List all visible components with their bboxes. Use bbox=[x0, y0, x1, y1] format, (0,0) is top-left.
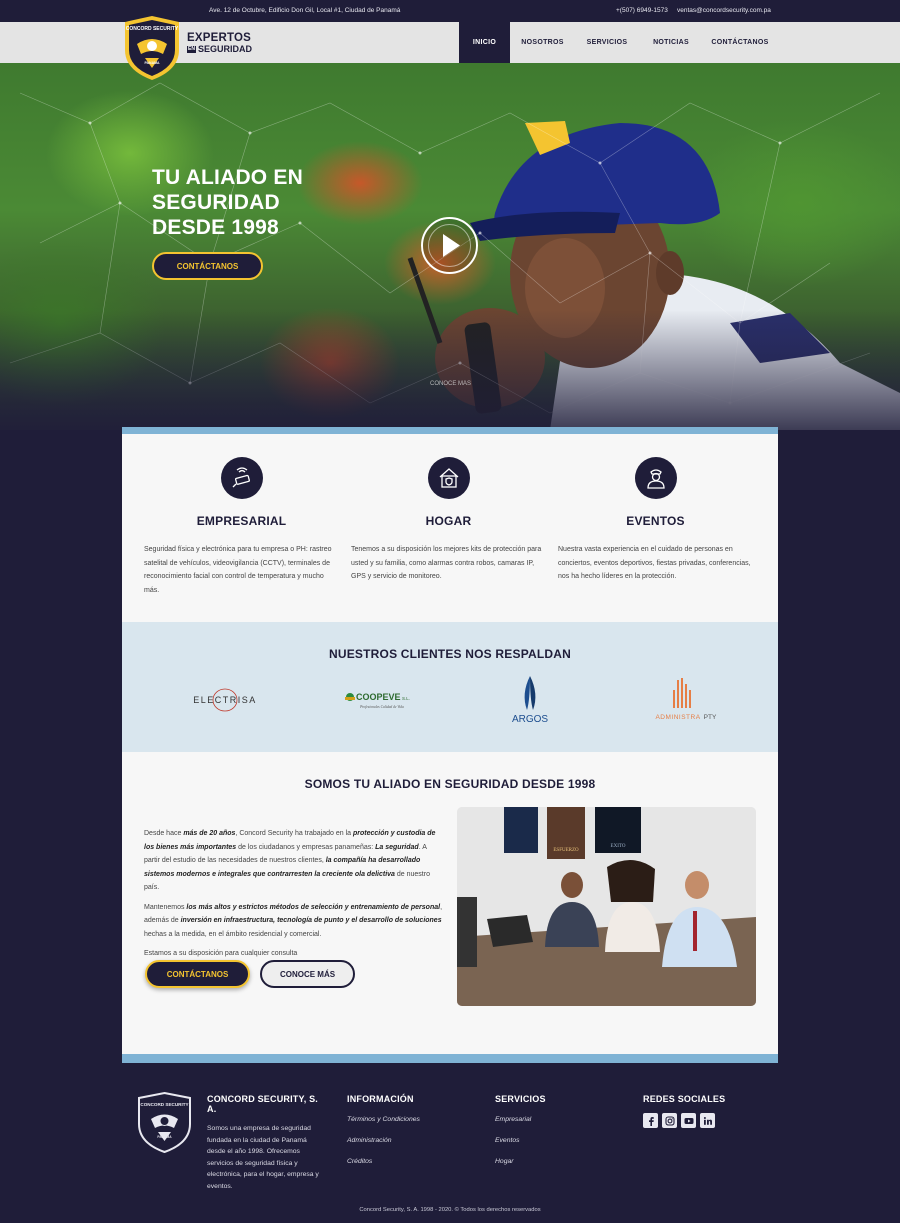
client-suffix: PTY bbox=[704, 714, 717, 721]
brand-wordmark[interactable]: EXPERTOS EN SEGURIDAD bbox=[187, 32, 252, 54]
hero-title: TU ALIADO EN SEGURIDAD DESDE 1998 bbox=[152, 165, 352, 240]
footer-link-administracion[interactable]: Administración bbox=[347, 1137, 420, 1144]
instagram-icon[interactable] bbox=[662, 1113, 677, 1128]
facebook-icon[interactable] bbox=[643, 1113, 658, 1128]
footer-services-links: Empresarial Eventos Hogar bbox=[495, 1116, 546, 1165]
poster-text: EXITO bbox=[611, 844, 626, 849]
hero-title-line2: SEGURIDAD bbox=[152, 191, 280, 214]
footer-services-heading: SERVICIOS bbox=[495, 1094, 546, 1104]
service-title: EVENTOS bbox=[626, 514, 685, 528]
service-empresarial: EMPRESARIAL Seguridad física y electróni… bbox=[144, 457, 339, 597]
nav-nosotros[interactable]: NOSOTROS bbox=[510, 22, 575, 63]
youtube-icon[interactable] bbox=[681, 1113, 696, 1128]
cctv-camera-icon bbox=[220, 457, 263, 499]
hero-title-line1: TU ALIADO EN bbox=[152, 166, 303, 189]
footer-about-text: Somos una empresa de seguridad fundada e… bbox=[207, 1125, 319, 1190]
service-text: Nuestra vasta experiencia en el cuidado … bbox=[558, 546, 751, 580]
nav-contactanos[interactable]: CONTÁCTANOS bbox=[703, 22, 777, 63]
team-photo: ESFUERZO EXITO bbox=[457, 807, 756, 1006]
service-title: EMPRESARIAL bbox=[196, 514, 287, 528]
footer-link-terminos[interactable]: Términos y Condiciones bbox=[347, 1116, 420, 1123]
poster-text: ESFUERZO bbox=[553, 848, 579, 853]
client-name: ADMINISTRA bbox=[655, 714, 700, 721]
nav-servicios[interactable]: SERVICIOS bbox=[575, 22, 639, 63]
footer-link-empresarial[interactable]: Empresarial bbox=[495, 1116, 546, 1123]
brand-line2: SEGURIDAD bbox=[197, 43, 252, 54]
content-panel: EMPRESARIAL Seguridad física y electróni… bbox=[122, 427, 778, 1063]
client-logo-argos: ARGOS bbox=[497, 672, 562, 727]
footer-link-eventos[interactable]: Eventos bbox=[495, 1137, 546, 1144]
panel-bottom-stripe bbox=[122, 1054, 778, 1063]
about-contact-button[interactable]: CONTÁCTANOS bbox=[145, 960, 250, 988]
about-paragraph-2: Mantenemos los más altos y estrictos mét… bbox=[144, 903, 443, 938]
brand-line2-row: EN SEGURIDAD bbox=[187, 43, 252, 54]
client-tagline: Profesionales Calidad de Vida bbox=[359, 705, 404, 709]
about-paragraph-1: Desde hace más de 20 años, Concord Secur… bbox=[144, 830, 436, 891]
about-heading: SOMOS TU ALIADO EN SEGURIDAD DESDE 1998 bbox=[304, 777, 596, 791]
hero-bottom-fade bbox=[0, 310, 900, 430]
footer-badge-top: CONCORD SECURITY bbox=[140, 1102, 188, 1107]
client-logo-administra: ADMINISTRA PTY bbox=[642, 672, 727, 727]
footer-social: REDES SOCIALES bbox=[643, 1094, 725, 1128]
footer-link-hogar[interactable]: Hogar bbox=[495, 1158, 546, 1165]
badge-bottom-text: PANAMA bbox=[144, 61, 160, 65]
service-eventos: EVENTOS Nuestra vasta experiencia en el … bbox=[558, 457, 753, 584]
footer-company-name: CONCORD SECURITY, S. A. bbox=[207, 1094, 319, 1114]
hero-title-line3: DESDE 1998 bbox=[152, 216, 279, 239]
security-guard-icon bbox=[634, 457, 677, 499]
footer-info-links: Términos y Condiciones Administración Cr… bbox=[347, 1116, 420, 1165]
about-more-button[interactable]: CONOCE MÁS bbox=[260, 960, 355, 988]
brand-en: EN bbox=[187, 45, 196, 53]
footer-badge-bottom: PANAMA bbox=[157, 1135, 172, 1139]
about-text: Desde hace más de 20 años, Concord Secur… bbox=[144, 827, 444, 967]
client-logo-electrisa: ELECTRISA bbox=[177, 672, 272, 727]
hero-banner: TU ALIADO EN SEGURIDAD DESDE 1998 CONTÁC… bbox=[0, 63, 900, 430]
address-text: Ave. 12 de Octubre, Edificio Don Gil, Lo… bbox=[209, 7, 401, 14]
client-name: ARGOS bbox=[511, 714, 547, 725]
phone-link[interactable]: +(507) 6949-1573 bbox=[616, 7, 668, 14]
footer-info-heading: INFORMACIÓN bbox=[347, 1094, 414, 1104]
about-paragraph-3: Estamos a su disposición para cualquier … bbox=[144, 950, 298, 957]
service-text: Seguridad física y electrónica para tu e… bbox=[144, 546, 332, 594]
client-suffix: S.L. bbox=[402, 696, 410, 701]
copyright-text: Concord Security, S. A. 1998 - 2020. © T… bbox=[359, 1207, 541, 1213]
linkedin-icon[interactable] bbox=[700, 1113, 715, 1128]
footer-social-heading: REDES SOCIALES bbox=[643, 1094, 726, 1104]
hero-scroll-hint[interactable]: CONOCE MÁS bbox=[430, 381, 471, 387]
badge-top-text: CONCORD SECURITY bbox=[126, 26, 179, 32]
client-name: ELECTRISA bbox=[193, 695, 257, 705]
footer-services: SERVICIOS Empresarial Eventos Hogar bbox=[495, 1094, 546, 1165]
email-link[interactable]: ventas@concordsecurity.com.pa bbox=[677, 7, 771, 14]
hero-contact-button[interactable]: CONTÁCTANOS bbox=[152, 252, 263, 280]
brand-line1: EXPERTOS bbox=[187, 32, 252, 44]
footer-about: CONCORD SECURITY, S. A. Somos una empres… bbox=[207, 1094, 319, 1192]
clients-heading: NUESTROS CLIENTES NOS RESPALDAN bbox=[329, 647, 571, 661]
footer: CONCORD SECURITY PANAMA CONCORD SECURITY… bbox=[0, 1063, 900, 1223]
house-shield-icon bbox=[427, 457, 470, 499]
service-hogar: HOGAR Tenemos a su disposición los mejor… bbox=[351, 457, 546, 584]
client-logo-coopeve: COOPEVE S.L. Profesionales Calidad de Vi… bbox=[327, 672, 437, 727]
service-text: Tenemos a su disposición los mejores kit… bbox=[351, 546, 542, 580]
service-title: HOGAR bbox=[425, 514, 472, 528]
concord-shield-logo[interactable]: CONCORD SECURITY PANAMA bbox=[121, 14, 183, 82]
footer-info: INFORMACIÓN Términos y Condiciones Admin… bbox=[347, 1094, 420, 1165]
social-icons bbox=[643, 1113, 725, 1128]
nav-noticias[interactable]: NOTICIAS bbox=[639, 22, 703, 63]
panel-top-stripe bbox=[122, 427, 778, 434]
nav-inicio[interactable]: INICIO bbox=[459, 22, 510, 63]
clients-section: NUESTROS CLIENTES NOS RESPALDAN ELECTRIS… bbox=[122, 622, 778, 752]
footer-link-creditos[interactable]: Créditos bbox=[347, 1158, 420, 1165]
footer-shield-logo[interactable]: CONCORD SECURITY PANAMA bbox=[136, 1091, 193, 1154]
play-icon[interactable] bbox=[420, 216, 479, 275]
main-menu: INICIO NOSOTROS SERVICIOS NOTICIAS CONTÁ… bbox=[459, 22, 777, 63]
client-name: COOPEVE bbox=[356, 692, 401, 702]
